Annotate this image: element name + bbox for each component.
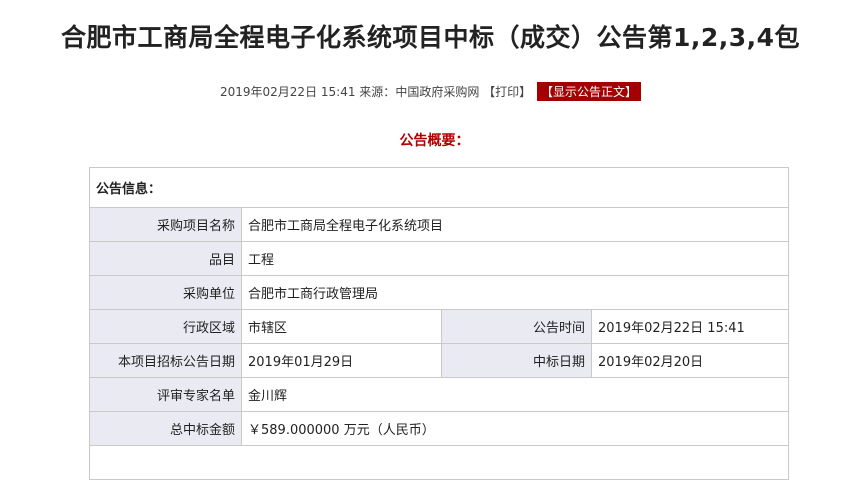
table-row: 公告信息： — [89, 167, 789, 208]
print-link[interactable]: 【打印】 — [483, 85, 531, 99]
table-row: 总中标金额 ￥589.000000 万元（人民币） — [89, 411, 789, 446]
cut-off-row — [89, 445, 789, 480]
announcement-info-table: 公告信息： 采购项目名称 合肥市工商局全程电子化系统项目 品目 工程 采购单位 … — [89, 167, 789, 480]
experts-label: 评审专家名单 — [89, 377, 242, 412]
table-row: 本项目招标公告日期 2019年01月29日 中标日期 2019年02月20日 — [89, 343, 789, 378]
region-label: 行政区域 — [89, 309, 242, 344]
region-value: 市辖区 — [241, 309, 442, 344]
article-meta: 2019年02月22日 15:41 来源：中国政府采购网 【打印】 【显示公告正… — [0, 82, 861, 101]
project-name-value: 合肥市工商局全程电子化系统项目 — [241, 207, 789, 242]
source-link[interactable]: 中国政府采购网 — [395, 85, 479, 99]
award-date-value: 2019年02月20日 — [591, 343, 789, 378]
award-date-label: 中标日期 — [441, 343, 592, 378]
project-name-label: 采购项目名称 — [89, 207, 242, 242]
category-label: 品目 — [89, 241, 242, 276]
table-row: 采购项目名称 合肥市工商局全程电子化系统项目 — [89, 207, 789, 242]
purchaser-label: 采购单位 — [89, 275, 242, 310]
section-title: 公告信息： — [89, 167, 789, 208]
bid-notice-date-label: 本项目招标公告日期 — [89, 343, 242, 378]
overview-heading: 公告概要： — [399, 133, 470, 149]
source-label: 来源： — [359, 85, 396, 99]
purchaser-value: 合肥市工商行政管理局 — [241, 275, 789, 310]
table-row: 采购单位 合肥市工商行政管理局 — [89, 275, 789, 310]
publish-datetime: 2019年02月22日 15:41 — [219, 85, 356, 99]
experts-value: 金川辉 — [241, 377, 789, 412]
table-row: 品目 工程 — [89, 241, 789, 276]
page-title: 合肥市工商局全程电子化系统项目中标（成交）公告第1,2,3,4包 — [60, 23, 801, 52]
show-text-button[interactable]: 【显示公告正文】 — [537, 82, 642, 101]
bid-notice-date-value: 2019年01月29日 — [241, 343, 442, 378]
announce-time-value: 2019年02月22日 15:41 — [591, 309, 789, 344]
table-row — [89, 445, 789, 480]
category-value: 工程 — [241, 241, 789, 276]
total-amount-label: 总中标金额 — [89, 411, 242, 446]
total-amount-value: ￥589.000000 万元（人民币） — [241, 411, 789, 446]
table-row: 行政区域 市辖区 公告时间 2019年02月22日 15:41 — [89, 309, 789, 344]
table-row: 评审专家名单 金川辉 — [89, 377, 789, 412]
announce-time-label: 公告时间 — [441, 309, 592, 344]
